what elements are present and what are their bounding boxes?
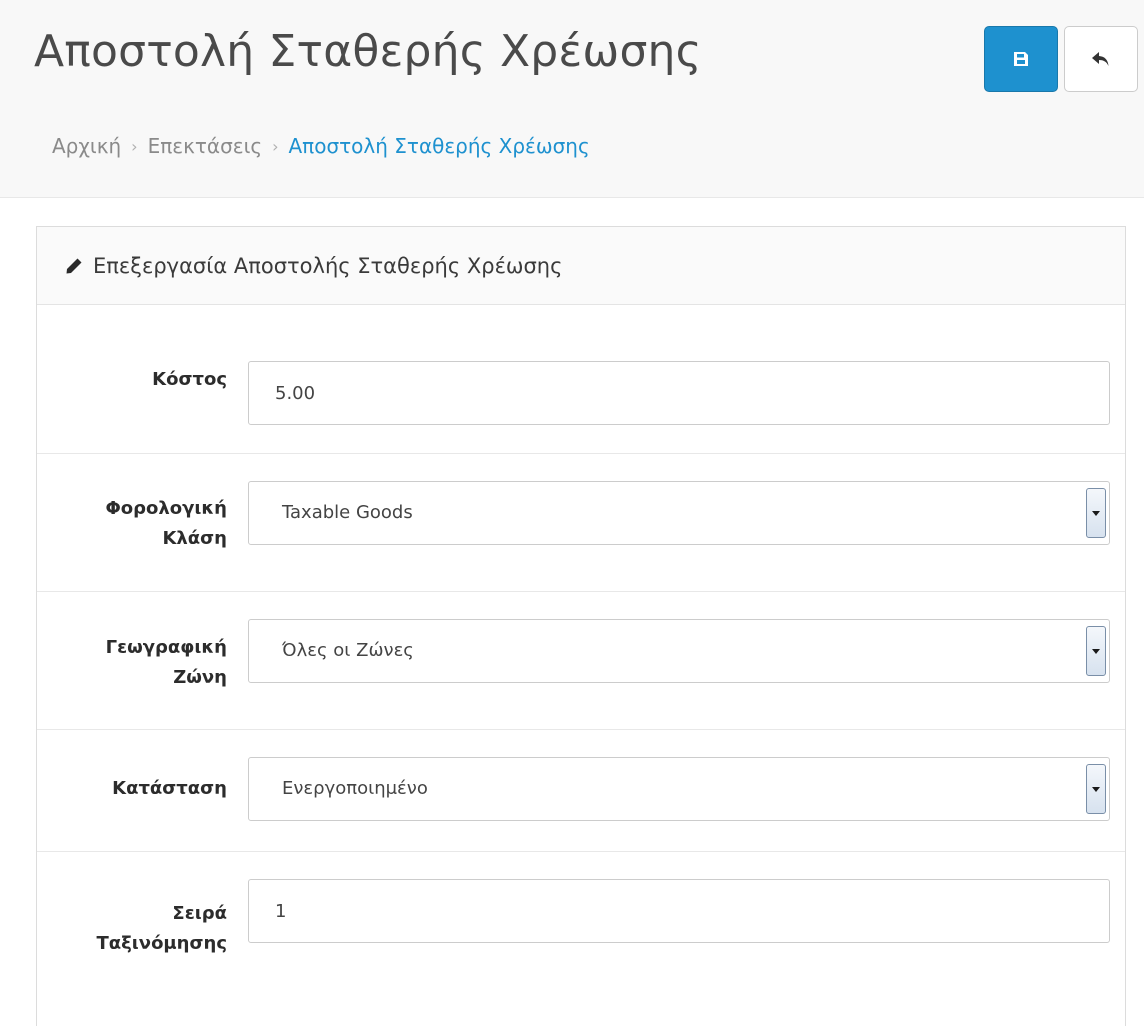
reply-icon [1092, 52, 1109, 66]
tax-class-select[interactable]: Taxable Goods [248, 481, 1110, 545]
breadcrumb-separator-icon: › [272, 136, 279, 156]
panel-title: Επεξεργασία Αποστολής Σταθερής Χρέωσης [93, 253, 563, 278]
geo-zone-selected: Όλες οι Ζώνες [282, 640, 414, 661]
cost-label: Κόστος [152, 369, 227, 390]
breadcrumb: Αρχική › Επεκτάσεις › Αποστολή Σταθερής … [52, 134, 590, 158]
status-label: Κατάσταση [112, 778, 227, 799]
breadcrumb-current[interactable]: Αποστολή Σταθερής Χρέωσης [288, 134, 589, 158]
form-row-cost: Κόστος [37, 306, 1125, 454]
page-header: Αποστολή Σταθερής Χρέωσης Αρχική › Επεκτ… [0, 0, 1144, 198]
tax-class-selected: Taxable Goods [282, 502, 413, 523]
pencil-icon [66, 258, 82, 273]
header-actions [984, 26, 1138, 92]
edit-panel: Επεξεργασία Αποστολής Σταθερής Χρέωσης Κ… [36, 226, 1126, 1026]
breadcrumb-extensions[interactable]: Επεκτάσεις [148, 134, 263, 158]
form-row-sort-order: Σειρά Ταξινόμησης [37, 852, 1125, 1012]
chevron-down-icon[interactable] [1086, 626, 1106, 676]
panel-heading: Επεξεργασία Αποστολής Σταθερής Χρέωσης [37, 227, 1125, 305]
breadcrumb-home[interactable]: Αρχική [52, 134, 121, 158]
chevron-down-icon[interactable] [1086, 488, 1106, 538]
form-row-status: Κατάσταση Ενεργοποιημένο [37, 730, 1125, 852]
form-row-tax-class: Φορολογική Κλάση Taxable Goods [37, 454, 1125, 592]
sort-order-label: Σειρά Ταξινόμησης [96, 903, 227, 954]
geo-zone-select[interactable]: Όλες οι Ζώνες [248, 619, 1110, 683]
geo-zone-label: Γεωγραφική Ζώνη [105, 637, 227, 688]
save-icon [1014, 52, 1028, 66]
page-title: Αποστολή Σταθερής Χρέωσης [34, 26, 702, 77]
cost-input[interactable] [248, 361, 1110, 425]
chevron-down-icon[interactable] [1086, 764, 1106, 814]
tax-class-label: Φορολογική Κλάση [105, 498, 227, 549]
form-row-geo-zone: Γεωγραφική Ζώνη Όλες οι Ζώνες [37, 592, 1125, 730]
status-selected: Ενεργοποιημένο [282, 778, 428, 799]
status-select[interactable]: Ενεργοποιημένο [248, 757, 1110, 821]
sort-order-input[interactable] [248, 879, 1110, 943]
back-button[interactable] [1064, 26, 1138, 92]
breadcrumb-separator-icon: › [131, 136, 138, 156]
save-button[interactable] [984, 26, 1058, 92]
